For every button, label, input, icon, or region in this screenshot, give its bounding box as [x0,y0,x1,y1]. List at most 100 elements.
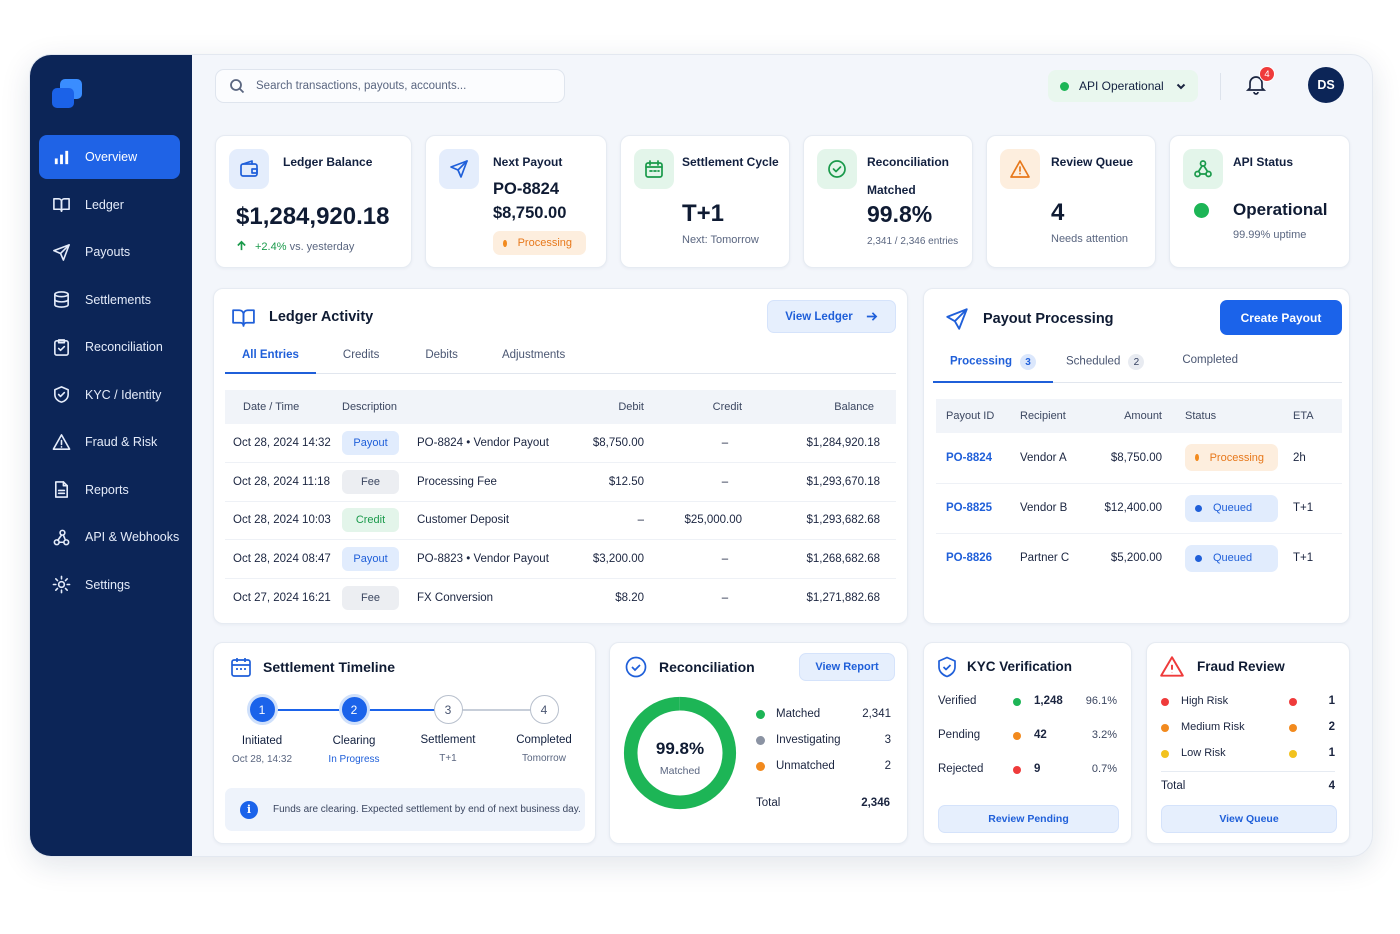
cell-balance: $1,271,882.68 [806,591,880,604]
sidebar-item-label: Reconciliation [85,340,163,354]
app-logo[interactable] [52,79,82,109]
cell-balance: $1,293,670.18 [762,462,896,502]
tab-credits[interactable]: Credits [343,349,379,373]
sidebar-nav: Overview Ledger Payouts Settlements Reco… [39,135,180,610]
kpi-settlement-cycle[interactable]: Settlement Cycle T+1 Next: Tomorrow [620,135,790,268]
column-header: Recipient [1020,399,1090,433]
column-header: Balance [762,390,896,424]
sidebar-item-payouts[interactable]: Payouts [39,230,180,274]
avatar[interactable]: DS [1308,67,1344,103]
risk-dot [1161,724,1169,732]
cell-payout-id[interactable]: PO-8825 [936,483,1020,534]
column-header: ETA [1293,399,1342,433]
table-row[interactable]: PO-8826 Partner C $5,200.00 Queued T+1 [936,533,1342,583]
cell-debit: $8.20 [615,591,644,604]
kpi-sub: 99.99% uptime [1233,229,1307,241]
cell-payout-id[interactable]: PO-8824 [936,433,1020,484]
sidebar-item-ledger[interactable]: Ledger [39,183,180,227]
kpi-reconciliation[interactable]: Reconciliation Matched 99.8% 2,341 / 2,3… [803,135,973,268]
sidebar-item-api[interactable]: API & Webhooks [39,515,180,559]
view-report-button[interactable]: View Report [799,653,895,681]
payout-link[interactable]: PO-8826 [946,552,992,564]
fraud-row[interactable]: Low Risk 1 [1161,744,1335,764]
book-icon [232,309,255,327]
cell-credit: – [658,462,762,502]
kpi-title: Settlement Cycle [682,155,779,169]
kpi-review-queue[interactable]: Review Queue 4 Needs attention [986,135,1156,268]
payout-link[interactable]: PO-8824 [946,452,992,464]
review-pending-button[interactable]: Review Pending [938,805,1119,833]
cell-credit: – [658,424,762,463]
warning-icon [1000,149,1040,189]
table-row[interactable]: Oct 28, 2024 10:03 Credit Customer Deposit… [225,501,896,540]
view-ledger-button[interactable]: View Ledger [767,300,896,333]
cell-balance: $1,268,682.68 [762,539,896,579]
step-number: 3 [433,695,463,724]
sidebar-item-label: Settlements [85,292,152,307]
card-title: Ledger Activity [269,309,374,325]
kpi-delta: +2.4% vs. yesterday [236,240,354,253]
cell-description: Credit Customer Deposit [342,501,588,540]
cell-description: Fee Processing Fee [342,462,588,502]
calendar-icon [231,658,251,677]
kpi-api-status[interactable]: API Status Operational 99.99% uptime [1169,135,1350,268]
search-box[interactable] [215,69,565,103]
view-queue-button[interactable]: View Queue [1161,805,1337,833]
column-header: Description [342,390,588,424]
kyc-verification-card: KYC Verification Verified 1,248 96.1% Pendi… [923,642,1132,844]
cell-recipient: Vendor B [1020,483,1090,534]
api-status-dropdown[interactable]: API Operational [1048,70,1198,102]
fraud-row[interactable]: High Risk 1 [1161,692,1335,712]
cell-recipient: Vendor A [1020,433,1090,484]
step-sub: T+1 [439,753,457,764]
risk-count: 1 [1328,695,1335,707]
create-payout-button[interactable]: Create Payout [1220,300,1342,335]
kpi-next-payout[interactable]: Next Payout PO-8824 $8,750.00 Processing [425,135,607,268]
kyc-row[interactable]: Rejected 9 0.7% [938,760,1117,780]
tab-completed[interactable]: Completed [1182,354,1238,382]
tab-adjustments[interactable]: Adjustments [502,349,565,373]
tab-debits[interactable]: Debits [425,349,458,373]
risk-dot [1289,698,1297,706]
fraud-row[interactable]: Medium Risk 2 [1161,718,1335,738]
button-label: View Ledger [785,310,853,323]
search-input[interactable] [256,80,546,92]
description-text: Processing Fee [417,475,497,488]
sidebar-item-overview[interactable]: Overview [39,135,180,179]
payout-link[interactable]: PO-8825 [946,502,992,514]
table-row[interactable]: PO-8824 Vendor A $8,750.00 Processing 2h [936,433,1342,484]
table-row[interactable]: Oct 27, 2024 16:21 Fee FX Conversion $8.20 –… [225,578,896,617]
kpi-title: Reconciliation [867,155,950,169]
table-row[interactable]: Oct 28, 2024 08:47 Payout PO-8823 • Vendor… [225,539,896,579]
sidebar-item-reconciliation[interactable]: Reconciliation [39,325,180,369]
kpi-ledger-balance[interactable]: Ledger Balance $1,284,920.18 +2.4% vs. y… [215,135,412,268]
kpi-value: T+1 [682,200,725,227]
sidebar-item-reports[interactable]: Reports [39,468,180,512]
tab-scheduled[interactable]: Scheduled 2 [1066,354,1145,382]
description-text: PO-8823 • Vendor Payout [417,552,549,565]
kyc-row[interactable]: Pending 42 3.2% [938,726,1117,746]
ledger-table: Date / Time Description Debit Credit Bal… [225,390,896,617]
legend-item: Investigating 3 [756,734,891,746]
column-header: Amount [1090,399,1185,433]
tab-all-entries[interactable]: All Entries [225,349,316,374]
table-row[interactable]: PO-8825 Vendor B $12,400.00 Queued T+1 [936,483,1342,534]
table-row[interactable]: Oct 28, 2024 14:32 Payout PO-8824 • Vendor… [225,424,896,463]
sidebar-item-settlements[interactable]: Settlements [39,278,180,322]
kyc-row[interactable]: Verified 1,248 96.1% [938,692,1117,712]
legend-item: Matched 2,341 [756,708,891,720]
sidebar-item-fraud[interactable]: Fraud & Risk [39,420,180,464]
kyc-dot [1013,766,1021,774]
cell-eta: T+1 [1293,483,1342,534]
cell-payout-id[interactable]: PO-8826 [936,533,1020,583]
sidebar-item-settings[interactable]: Settings [39,563,180,607]
tab-processing[interactable]: Processing 3 [933,354,1053,383]
check-circle-icon [817,149,857,189]
type-badge: Fee [342,469,399,494]
table-row[interactable]: Oct 28, 2024 11:18 Fee Processing Fee $12.5… [225,462,896,502]
status-dot [1060,81,1069,91]
notifications-button[interactable]: 4 [1244,66,1275,98]
send-icon [946,308,968,330]
sidebar-item-kyc[interactable]: KYC / Identity [39,373,180,417]
risk-count: 1 [1328,747,1335,759]
